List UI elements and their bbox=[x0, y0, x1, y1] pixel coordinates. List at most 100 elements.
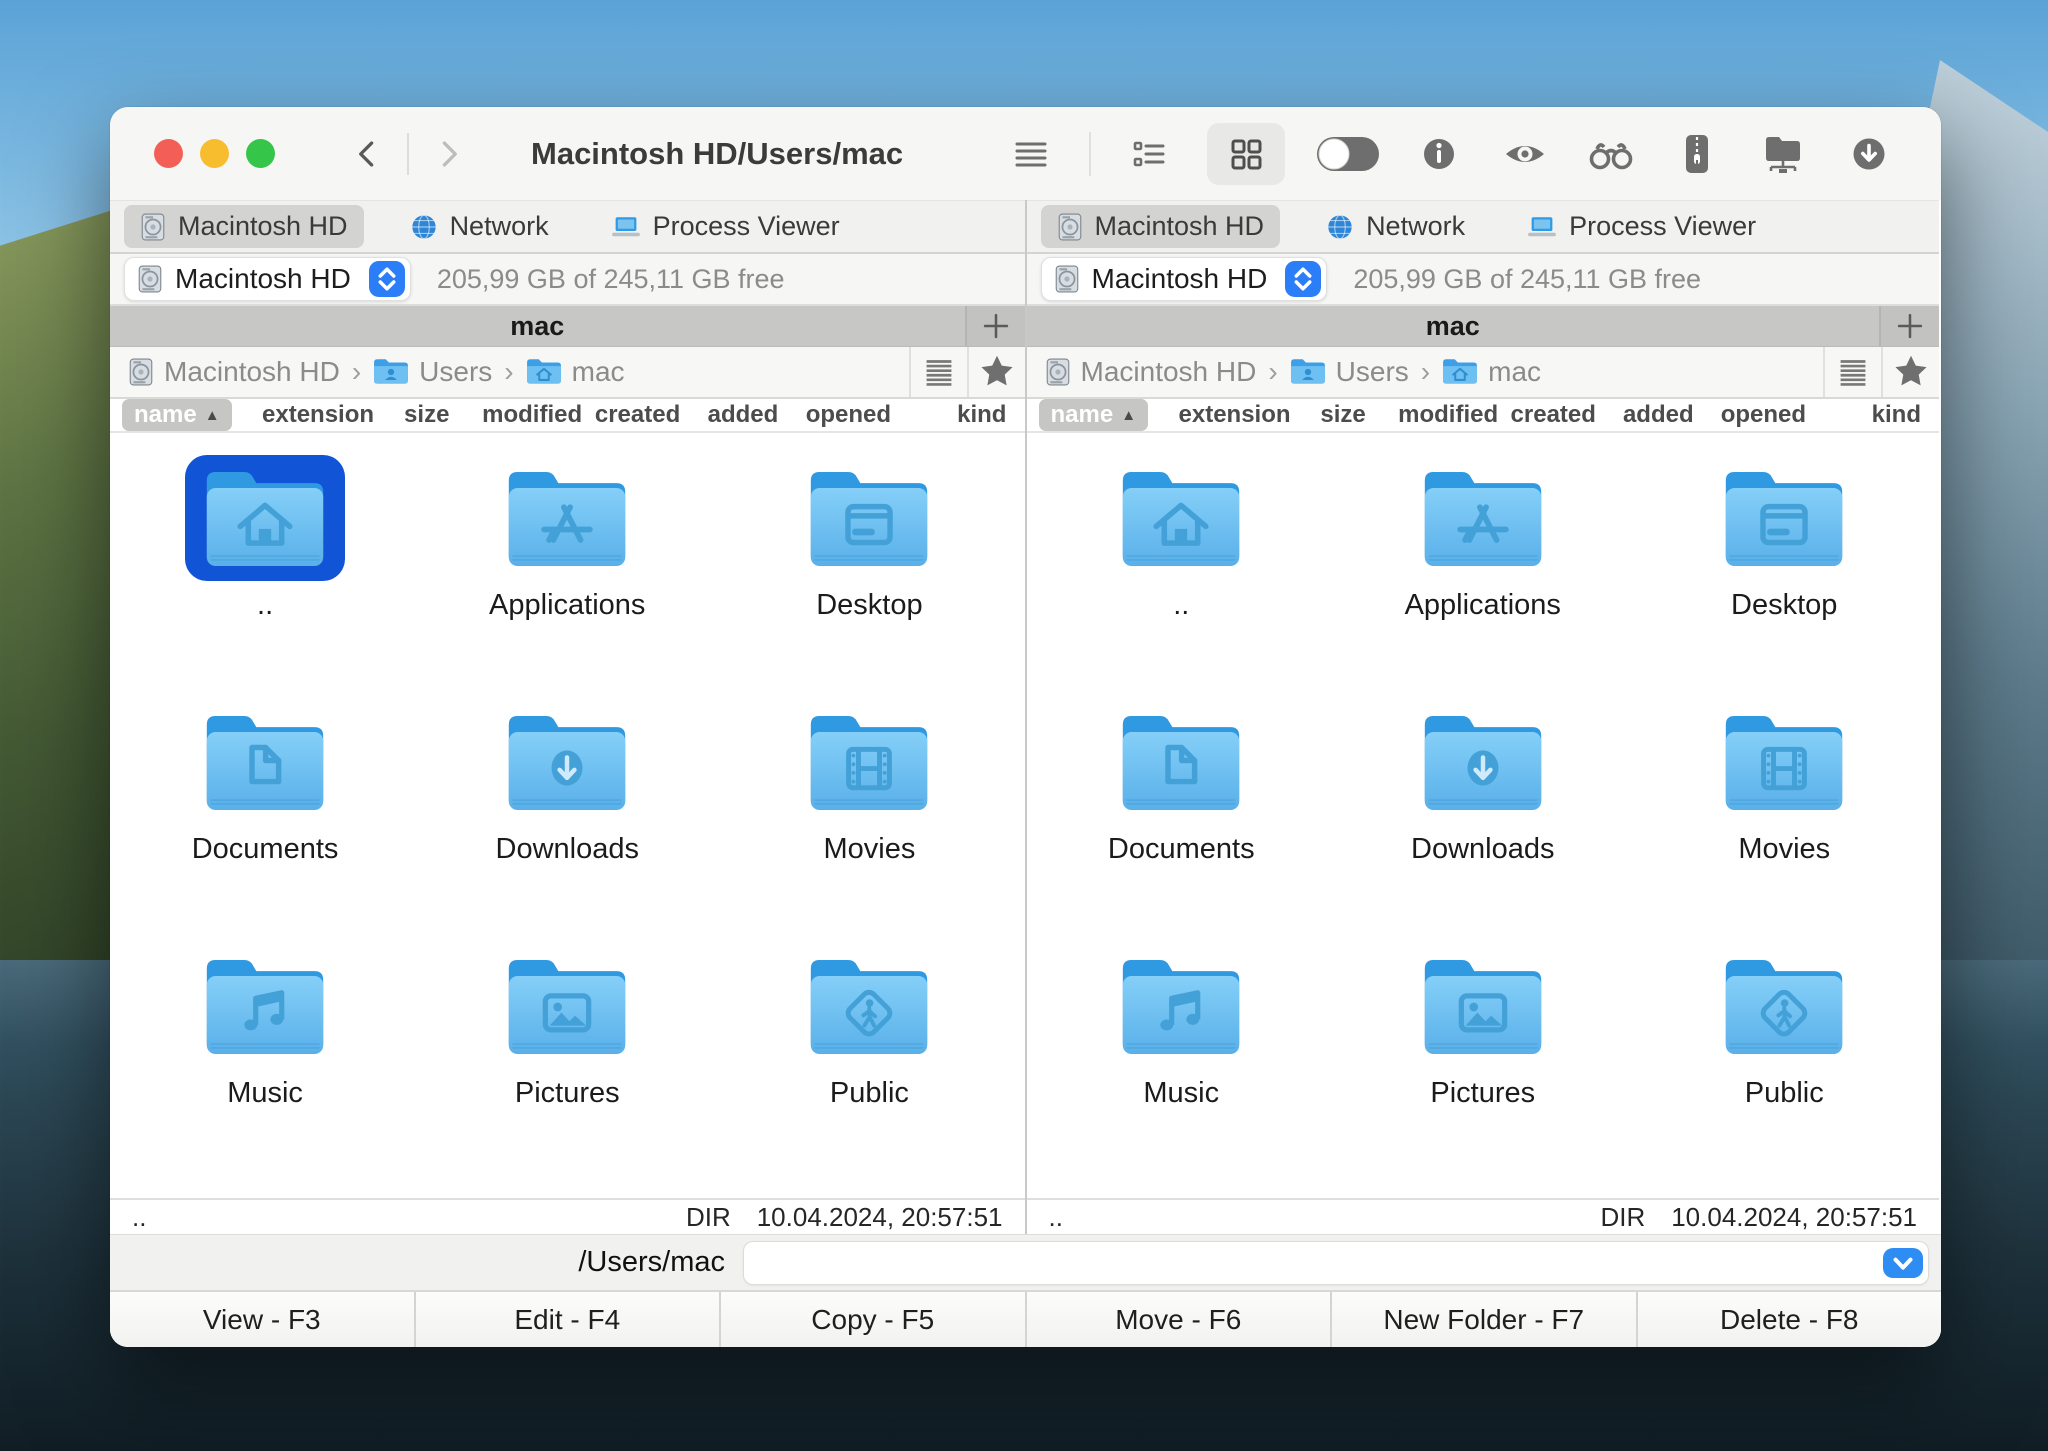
tab-macintosh-hd[interactable]: Macintosh HD bbox=[124, 205, 364, 248]
breadcrumb: Macintosh HD›Users›mac bbox=[1045, 356, 1824, 388]
network-folder-button[interactable] bbox=[1755, 123, 1811, 185]
favorites-star-button[interactable] bbox=[1881, 347, 1939, 397]
column-header-modified[interactable]: modified bbox=[479, 401, 584, 429]
preview-toggle-button[interactable] bbox=[1315, 123, 1381, 185]
column-header-extension[interactable]: extension bbox=[1179, 401, 1291, 429]
breadcrumb-item-users[interactable]: Users bbox=[1290, 356, 1409, 388]
tab-macintosh-hd[interactable]: Macintosh HD bbox=[1041, 205, 1281, 248]
list-view-button[interactable] bbox=[1121, 123, 1177, 185]
close-button[interactable] bbox=[154, 139, 183, 168]
drive-selector[interactable]: Macintosh HD bbox=[1041, 257, 1328, 301]
pane-header-title[interactable]: mac bbox=[110, 306, 965, 346]
zoom-button[interactable] bbox=[246, 139, 275, 168]
folder-item-public[interactable]: Public bbox=[718, 935, 1020, 1179]
column-header-added[interactable]: added bbox=[690, 401, 795, 429]
column-header-created[interactable]: created bbox=[585, 401, 690, 429]
breadcrumb-bar: Macintosh HD›Users›mac bbox=[1027, 347, 1940, 399]
list-settings-icon bbox=[918, 351, 960, 393]
command-input[interactable] bbox=[743, 1241, 1929, 1285]
function-key-f4[interactable]: Edit - F4 bbox=[414, 1292, 720, 1347]
function-key-f3[interactable]: View - F3 bbox=[110, 1292, 414, 1347]
folder-item-movies[interactable]: Movies bbox=[1634, 691, 1936, 935]
folder-item-desktop[interactable]: Desktop bbox=[1634, 447, 1936, 691]
minimize-button[interactable] bbox=[200, 139, 229, 168]
function-key-f6[interactable]: Move - F6 bbox=[1025, 1292, 1331, 1347]
sort-ascending-icon: ▲ bbox=[205, 407, 220, 424]
function-key-f7[interactable]: New Folder - F7 bbox=[1330, 1292, 1636, 1347]
sort-ascending-icon: ▲ bbox=[1121, 407, 1136, 424]
breadcrumb-item-mac[interactable]: mac bbox=[1442, 356, 1541, 388]
search-binoculars-button[interactable] bbox=[1583, 123, 1639, 185]
drive-name: Macintosh HD bbox=[175, 263, 357, 295]
tab-network[interactable]: Network bbox=[1310, 205, 1481, 248]
column-header-opened[interactable]: opened bbox=[796, 401, 901, 429]
quick-look-eye-button[interactable] bbox=[1497, 123, 1553, 185]
hard-drive-icon bbox=[1045, 358, 1071, 386]
info-button[interactable] bbox=[1411, 123, 1467, 185]
breadcrumb-item-users[interactable]: Users bbox=[373, 356, 492, 388]
folder-icon bbox=[487, 943, 647, 1069]
folder-item-music[interactable]: Music bbox=[114, 935, 416, 1179]
stepper-icon[interactable] bbox=[369, 261, 405, 297]
download-circle-button[interactable] bbox=[1841, 123, 1897, 185]
grid-view-button[interactable] bbox=[1207, 123, 1285, 185]
folder-item-movies[interactable]: Movies bbox=[718, 691, 1020, 935]
column-header-name[interactable]: name▲ bbox=[122, 399, 262, 431]
column-header-extension[interactable]: extension bbox=[262, 401, 374, 429]
info-icon bbox=[1417, 132, 1461, 176]
tab-process-viewer[interactable]: Process Viewer bbox=[595, 205, 856, 248]
pane-header-title[interactable]: mac bbox=[1027, 306, 1880, 346]
folder-item-pictures[interactable]: Pictures bbox=[416, 935, 718, 1179]
column-header-name[interactable]: name▲ bbox=[1039, 399, 1179, 431]
forward-button[interactable] bbox=[423, 131, 473, 177]
folder-item-downloads[interactable]: Downloads bbox=[1332, 691, 1634, 935]
column-header-created[interactable]: created bbox=[1501, 401, 1606, 429]
folder-item-music[interactable]: Music bbox=[1031, 935, 1333, 1179]
folder-item-parent[interactable]: .. bbox=[114, 447, 416, 691]
breadcrumb-label: mac bbox=[572, 356, 625, 388]
command-history-dropdown-button[interactable] bbox=[1883, 1248, 1923, 1278]
breadcrumb-label: Users bbox=[1336, 356, 1409, 388]
folder-icon bbox=[1101, 943, 1261, 1069]
folder-item-parent[interactable]: .. bbox=[1031, 447, 1333, 691]
column-header-added[interactable]: added bbox=[1606, 401, 1711, 429]
folder-item-applications[interactable]: Applications bbox=[1332, 447, 1634, 691]
column-header-kind[interactable]: kind bbox=[901, 401, 1012, 429]
breadcrumb-separator: › bbox=[1421, 356, 1430, 388]
download-circle-icon bbox=[1847, 132, 1891, 176]
folder-item-documents[interactable]: Documents bbox=[114, 691, 416, 935]
command-path-label: /Users/mac bbox=[578, 1246, 725, 1279]
folder-icon bbox=[789, 455, 949, 581]
breadcrumb-item-macintosh-hd[interactable]: Macintosh HD bbox=[1045, 356, 1257, 388]
add-tab-button[interactable] bbox=[1879, 306, 1939, 346]
breadcrumb-item-mac[interactable]: mac bbox=[526, 356, 625, 388]
back-button[interactable] bbox=[343, 131, 393, 177]
folder-item-public[interactable]: Public bbox=[1634, 935, 1936, 1179]
breadcrumb-item-macintosh-hd[interactable]: Macintosh HD bbox=[128, 356, 340, 388]
favorites-star-button[interactable] bbox=[967, 347, 1025, 397]
column-header-size[interactable]: size bbox=[1291, 401, 1396, 429]
folder-item-documents[interactable]: Documents bbox=[1031, 691, 1333, 935]
stepper-icon[interactable] bbox=[1285, 261, 1321, 297]
hamburger-menu-button[interactable] bbox=[1003, 123, 1059, 185]
tab-process-viewer[interactable]: Process Viewer bbox=[1511, 205, 1772, 248]
column-header-kind[interactable]: kind bbox=[1816, 401, 1927, 429]
drive-row: Macintosh HD205,99 GB of 245,11 GB free bbox=[1027, 254, 1940, 306]
folder-icon bbox=[789, 699, 949, 825]
folder-item-desktop[interactable]: Desktop bbox=[718, 447, 1020, 691]
add-tab-button[interactable] bbox=[965, 306, 1025, 346]
tab-network[interactable]: Network bbox=[394, 205, 565, 248]
folder-item-applications[interactable]: Applications bbox=[416, 447, 718, 691]
drive-selector[interactable]: Macintosh HD bbox=[124, 257, 411, 301]
view-options-button[interactable] bbox=[1823, 347, 1881, 397]
status-details: DIR10.04.2024, 20:57:51 bbox=[1600, 1202, 1917, 1233]
view-options-button[interactable] bbox=[909, 347, 967, 397]
column-header-size[interactable]: size bbox=[374, 401, 479, 429]
folder-item-downloads[interactable]: Downloads bbox=[416, 691, 718, 935]
column-header-modified[interactable]: modified bbox=[1396, 401, 1501, 429]
column-header-opened[interactable]: opened bbox=[1711, 401, 1816, 429]
function-key-f5[interactable]: Copy - F5 bbox=[719, 1292, 1025, 1347]
folder-item-pictures[interactable]: Pictures bbox=[1332, 935, 1634, 1179]
function-key-f8[interactable]: Delete - F8 bbox=[1636, 1292, 1942, 1347]
archive-zip-button[interactable] bbox=[1669, 123, 1725, 185]
